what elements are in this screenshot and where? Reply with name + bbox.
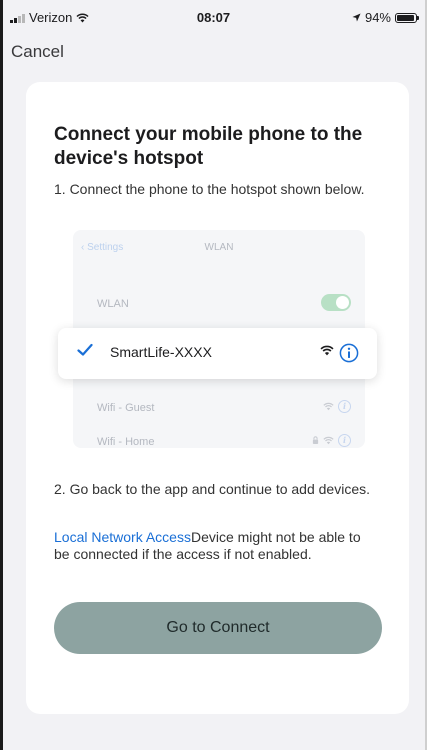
- guest-icons: i: [323, 400, 351, 413]
- go-to-connect-button[interactable]: Go to Connect: [54, 602, 382, 654]
- step-1-text: 1. Connect the phone to the hotspot show…: [54, 181, 365, 197]
- illustration-header: ‹ Settings WLAN: [73, 230, 365, 272]
- illustration-wlan-label: WLAN: [97, 298, 129, 310]
- wlan-toggle: [321, 294, 351, 311]
- status-bar: Verizon 08:07 94%: [10, 6, 419, 30]
- network-ssid: SmartLife-XXXX: [110, 344, 212, 360]
- status-right: 94%: [352, 10, 419, 25]
- local-network-access-link[interactable]: Local Network Access: [54, 529, 191, 545]
- selected-network-row: SmartLife-XXXX: [58, 328, 377, 379]
- info-icon: [339, 343, 359, 363]
- illustration-row-guest: Wifi - Guest i: [97, 400, 355, 414]
- battery-fill: [397, 14, 414, 21]
- step-2-text: 2. Go back to the app and continue to ad…: [54, 481, 370, 497]
- wifi-faint-icon: [323, 436, 334, 445]
- checkmark-icon: [77, 343, 93, 356]
- illustration-row-home: Wifi - Home i: [97, 434, 355, 448]
- info-faint-icon: i: [338, 400, 351, 413]
- battery-percent: 94%: [364, 10, 391, 25]
- location-arrow-icon: [352, 13, 361, 22]
- illustration-row-wlan: WLAN: [97, 294, 355, 311]
- battery-icon: [395, 12, 419, 23]
- wifi-faint-icon: [323, 402, 334, 411]
- page-title: Connect your mobile phone to the device'…: [54, 124, 363, 169]
- info-faint-icon: i: [338, 434, 351, 447]
- lock-faint-icon: [312, 436, 319, 444]
- network-home-label: Wifi - Home: [97, 436, 155, 448]
- cancel-button[interactable]: Cancel: [11, 42, 64, 62]
- home-icons: i: [312, 434, 351, 447]
- illustration-title: WLAN: [204, 242, 234, 253]
- left-edge-border: [0, 0, 3, 750]
- local-network-note: Local Network AccessDevice might not be …: [54, 529, 374, 563]
- wifi-icon: [320, 345, 334, 356]
- hotspot-card: Connect your mobile phone to the device'…: [26, 82, 409, 714]
- network-guest-label: Wifi - Guest: [97, 402, 155, 414]
